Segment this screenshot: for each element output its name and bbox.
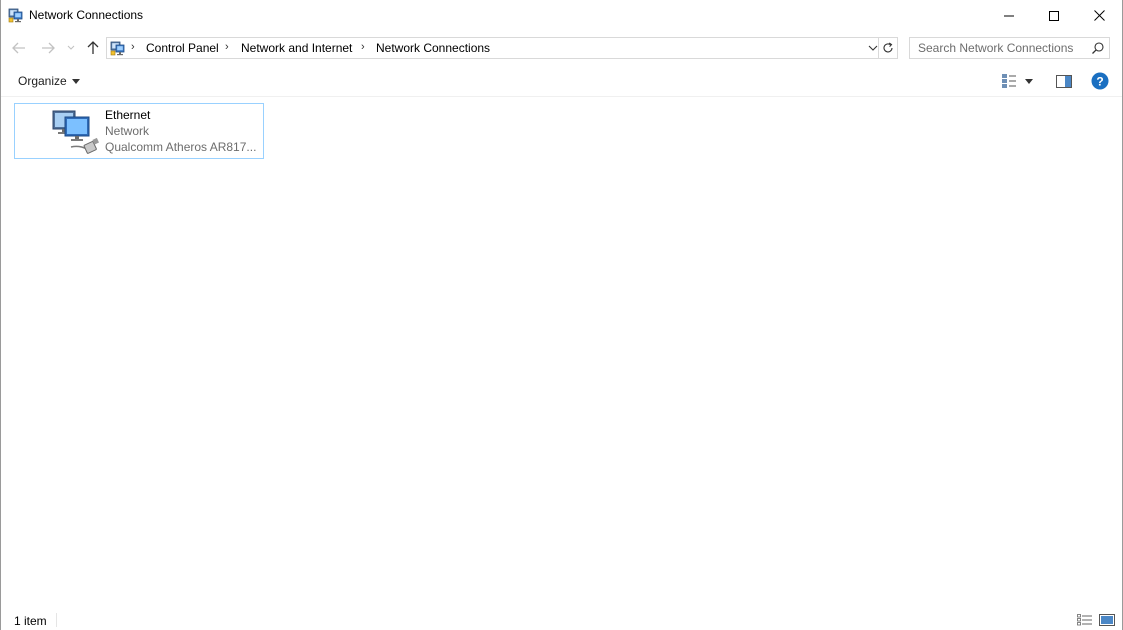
search-box[interactable] xyxy=(909,37,1110,59)
network-connections-icon xyxy=(8,8,23,23)
recent-locations-button[interactable] xyxy=(64,37,78,59)
view-options-dropdown[interactable] xyxy=(1022,70,1036,92)
network-connections-icon xyxy=(110,41,125,56)
minimize-icon xyxy=(1004,15,1014,16)
preview-pane-button[interactable] xyxy=(1051,70,1077,92)
up-button[interactable] xyxy=(83,37,103,59)
ethernet-adapter-icon xyxy=(52,110,99,154)
large-icons-view-icon xyxy=(1099,614,1115,626)
file-list[interactable]: Ethernet Network Qualcomm Atheros AR817.… xyxy=(1,97,1122,609)
details-view-icon xyxy=(1077,614,1092,626)
connection-status: Network xyxy=(105,124,150,138)
help-button[interactable]: ? xyxy=(1089,70,1111,92)
connection-name: Ethernet xyxy=(105,108,151,122)
organize-label: Organize xyxy=(18,74,67,88)
change-view-button[interactable] xyxy=(998,70,1020,92)
status-bar: 1 item xyxy=(1,609,1122,630)
breadcrumb-network-and-internet[interactable]: Network and Internet xyxy=(241,41,352,55)
refresh-button[interactable] xyxy=(878,37,898,59)
maximize-icon xyxy=(1049,10,1059,21)
refresh-icon xyxy=(883,42,893,53)
chevron-down-icon xyxy=(67,45,75,50)
status-divider xyxy=(56,613,57,627)
help-icon: ? xyxy=(1091,72,1109,90)
search-icon[interactable] xyxy=(1091,41,1105,55)
organize-button[interactable]: Organize xyxy=(12,70,86,92)
arrow-right-icon xyxy=(42,42,55,54)
details-view-button[interactable] xyxy=(1076,612,1094,628)
breadcrumb-separator-icon[interactable]: › xyxy=(361,41,365,53)
large-icons-view-button[interactable] xyxy=(1098,612,1116,628)
window-title: Network Connections xyxy=(29,8,144,22)
navigation-bar: › Control Panel › Network and Internet ›… xyxy=(1,31,1122,64)
command-bar: Organize ? xyxy=(1,64,1122,97)
maximize-button[interactable] xyxy=(1031,0,1077,31)
forward-button[interactable] xyxy=(38,37,58,59)
arrow-up-icon xyxy=(87,41,99,54)
back-button[interactable] xyxy=(9,37,29,59)
view-tiles-icon xyxy=(1002,74,1016,88)
caret-down-icon xyxy=(1025,78,1033,84)
breadcrumb-separator-icon[interactable]: › xyxy=(225,41,229,53)
chevron-down-icon xyxy=(868,45,878,51)
explorer-window: Network Connections › Control Panel › Ne… xyxy=(0,0,1123,630)
breadcrumb-network-connections[interactable]: Network Connections xyxy=(376,41,490,55)
search-input[interactable] xyxy=(910,38,1090,58)
close-button[interactable] xyxy=(1076,0,1122,31)
address-bar[interactable]: › Control Panel › Network and Internet ›… xyxy=(106,37,879,59)
minimize-button[interactable] xyxy=(986,0,1032,31)
title-bar[interactable]: Network Connections xyxy=(1,0,1122,31)
close-icon xyxy=(1093,10,1105,21)
breadcrumb-control-panel[interactable]: Control Panel xyxy=(146,41,219,55)
caret-down-icon xyxy=(71,78,80,84)
connection-item-ethernet[interactable]: Ethernet Network Qualcomm Atheros AR817.… xyxy=(14,103,264,159)
connection-device: Qualcomm Atheros AR817... xyxy=(105,140,257,154)
svg-text:?: ? xyxy=(1096,75,1103,89)
preview-pane-icon xyxy=(1056,74,1072,88)
item-count: 1 item xyxy=(14,614,47,628)
arrow-left-icon xyxy=(12,42,25,54)
breadcrumb-separator-icon[interactable]: › xyxy=(131,41,135,53)
